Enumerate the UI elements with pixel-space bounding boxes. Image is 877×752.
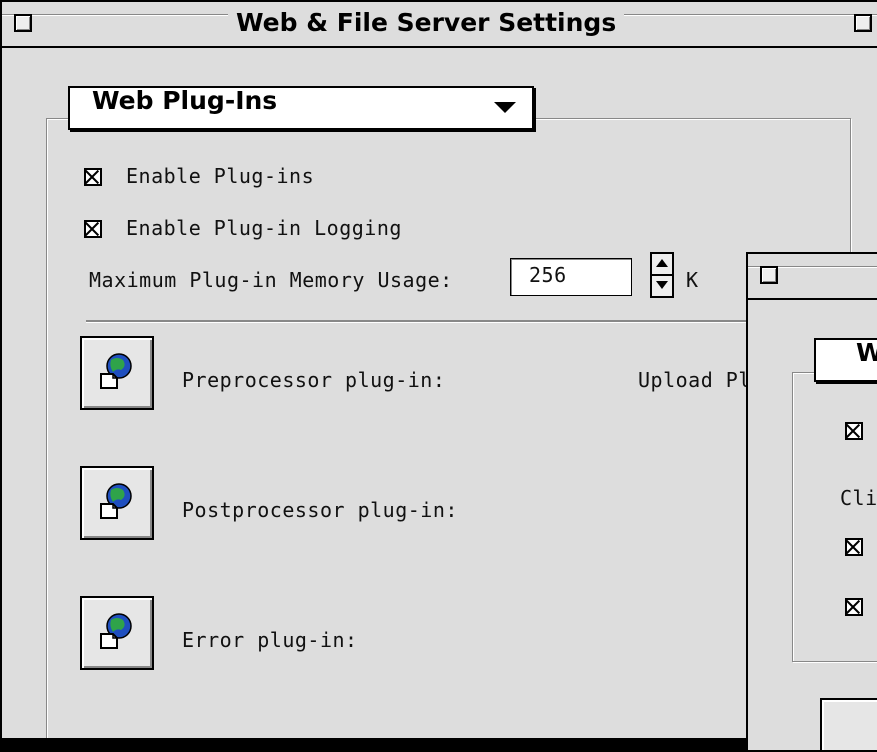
- secondary-checkbox-2[interactable]: [845, 538, 863, 556]
- secondary-group-box: [792, 372, 877, 662]
- secondary-window[interactable]: W Cli: [746, 252, 877, 752]
- memory-unit-label: K: [686, 268, 699, 292]
- separator: [86, 320, 766, 322]
- upload-plugin-label: Upload Pl: [638, 368, 751, 392]
- globe-document-icon: [100, 613, 132, 649]
- enable-logging-label: Enable Plug-in Logging: [126, 216, 402, 240]
- error-plugin-button[interactable]: [80, 596, 154, 670]
- stepper-up-arrow-icon[interactable]: [656, 259, 668, 267]
- dropdown-arrow-icon: [494, 102, 516, 113]
- memory-usage-field[interactable]: 256: [510, 258, 632, 296]
- preprocessor-plugin-label: Preprocessor plug-in:: [182, 368, 446, 392]
- secondary-panel-popup[interactable]: W: [814, 338, 877, 382]
- settings-group-box: [46, 118, 851, 738]
- memory-usage-value: 256: [529, 263, 567, 287]
- secondary-popup-label: W: [856, 338, 877, 367]
- collapse-box-button[interactable]: [854, 14, 872, 32]
- enable-plugins-checkbox[interactable]: [84, 168, 102, 186]
- secondary-cli-label: Cli: [840, 486, 877, 510]
- stepper-down-arrow-icon[interactable]: [656, 281, 668, 289]
- memory-stepper[interactable]: [650, 252, 674, 298]
- secondary-checkbox-1[interactable]: [845, 422, 863, 440]
- secondary-icon-button[interactable]: [820, 698, 877, 750]
- panel-selector-popup[interactable]: Web Plug-Ins: [68, 86, 534, 130]
- globe-document-icon: [100, 483, 132, 519]
- memory-usage-label: Maximum Plug-in Memory Usage:: [89, 268, 453, 292]
- enable-plugins-label: Enable Plug-ins: [126, 164, 315, 188]
- preprocessor-plugin-button[interactable]: [80, 336, 154, 410]
- enable-logging-checkbox[interactable]: [84, 220, 102, 238]
- panel-selector-label: Web Plug-Ins: [92, 86, 278, 115]
- secondary-checkbox-3[interactable]: [845, 598, 863, 616]
- postprocessor-plugin-label: Postprocessor plug-in:: [182, 498, 458, 522]
- window-title: Web & File Server Settings: [228, 8, 625, 37]
- close-box-button[interactable]: [14, 14, 32, 32]
- globe-document-icon: [100, 353, 132, 389]
- error-plugin-label: Error plug-in:: [182, 628, 358, 652]
- postprocessor-plugin-button[interactable]: [80, 466, 154, 540]
- secondary-close-box-button[interactable]: [760, 266, 778, 284]
